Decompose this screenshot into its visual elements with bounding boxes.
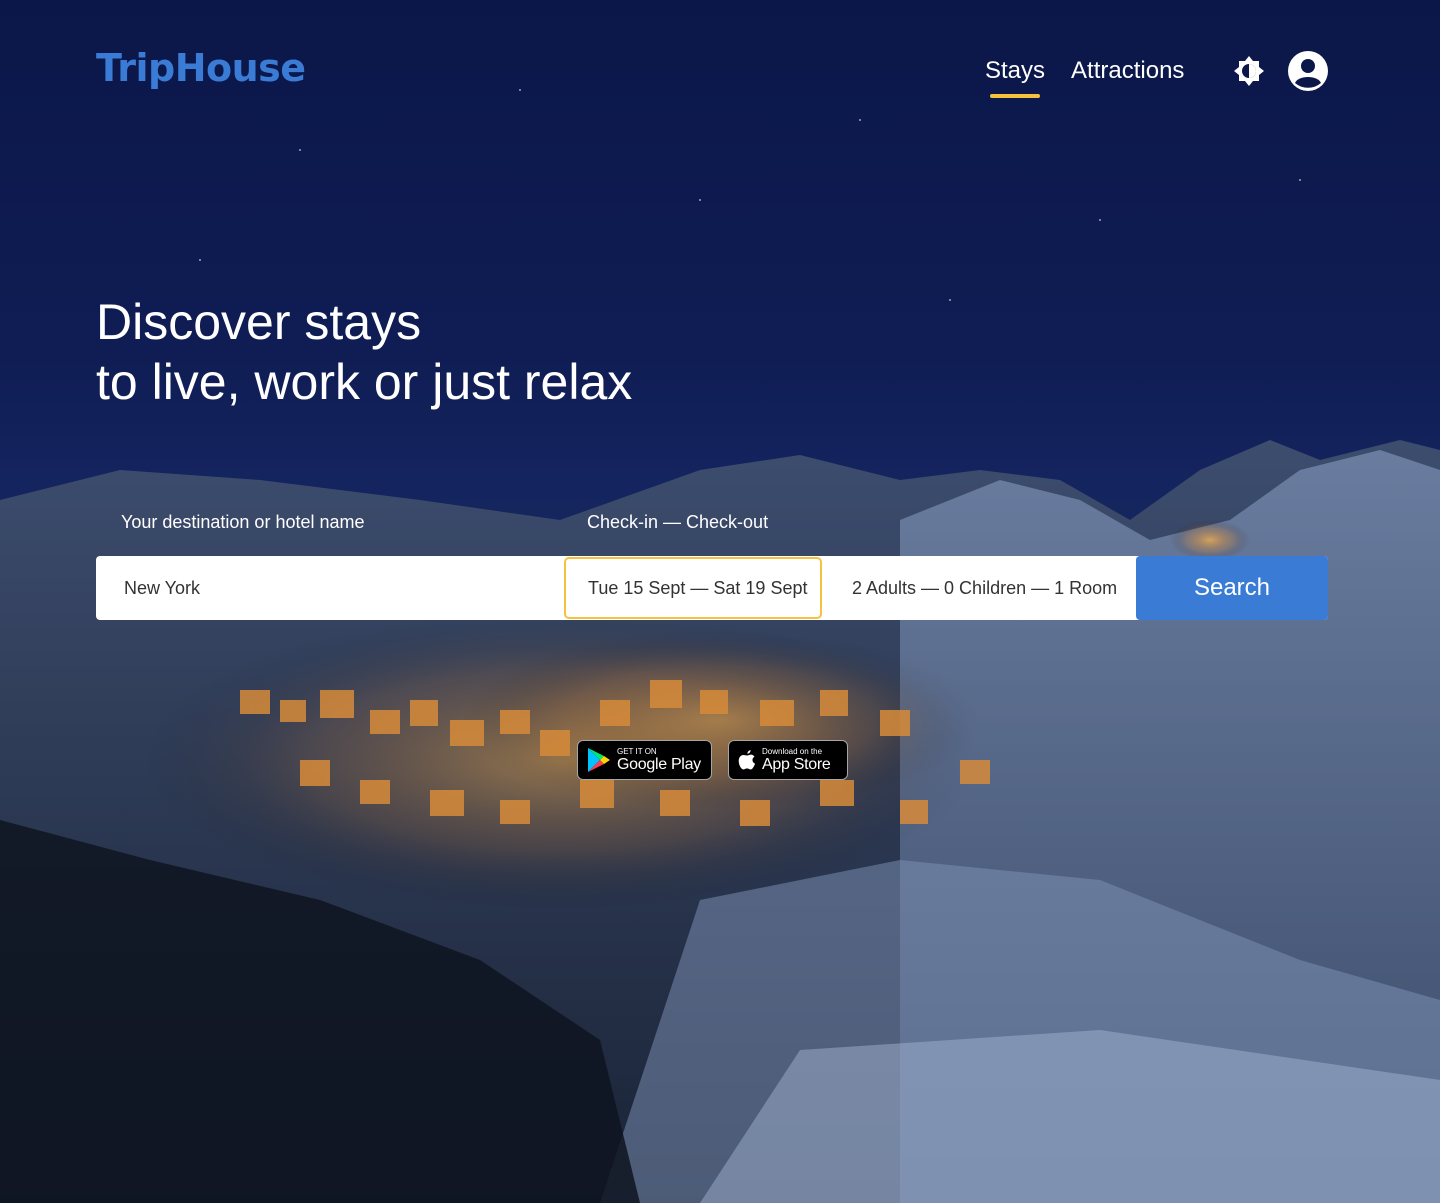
hero-title: Discover stays to live, work or just rel… <box>96 292 632 412</box>
date-range-picker[interactable]: Tue 15 Sept — Sat 19 Sept <box>564 557 822 619</box>
destination-input[interactable]: New York <box>96 556 564 620</box>
google-play-icon <box>588 748 610 772</box>
user-circle-icon <box>1288 51 1328 91</box>
apple-icon <box>738 750 756 770</box>
brightness-icon <box>1234 56 1264 86</box>
app-store-big-text: App Store <box>762 755 831 773</box>
google-play-big-text: Google Play <box>617 755 701 773</box>
search-button[interactable]: Search <box>1136 556 1328 620</box>
main-nav: Stays Attractions <box>985 56 1184 98</box>
logo[interactable]: TripHouse <box>96 46 306 90</box>
theme-toggle-button[interactable] <box>1233 55 1265 87</box>
app-store-small-text: Download on the <box>762 746 823 756</box>
hero-title-line-1: Discover stays <box>96 294 422 350</box>
google-play-badge[interactable]: GET IT ON Google Play <box>577 740 712 780</box>
nav-attractions[interactable]: Attractions <box>1071 56 1184 86</box>
guests-selector[interactable]: 2 Adults — 0 Children — 1 Room <box>822 556 1136 620</box>
destination-label: Your destination or hotel name <box>121 512 365 532</box>
dates-label: Check-in — Check-out <box>587 512 769 532</box>
google-play-small-text: GET IT ON <box>617 746 657 756</box>
search-bar: New York Tue 15 Sept — Sat 19 Sept 2 Adu… <box>96 556 1328 620</box>
nav-stays[interactable]: Stays <box>985 56 1045 98</box>
account-button[interactable] <box>1287 50 1329 92</box>
app-store-badge[interactable]: Download on the App Store <box>728 740 848 780</box>
hero-title-line-2: to live, work or just relax <box>96 354 633 410</box>
